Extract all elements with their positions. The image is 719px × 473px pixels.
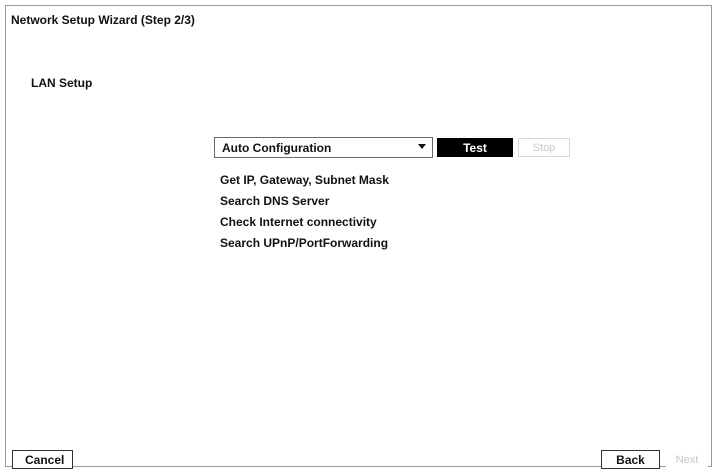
cancel-button[interactable]: Cancel <box>12 450 73 469</box>
configuration-dropdown[interactable]: Auto Configuration <box>214 137 433 158</box>
test-button[interactable]: Test <box>437 138 513 157</box>
window-title: Network Setup Wizard (Step 2/3) <box>11 13 195 27</box>
test-step-item: Search DNS Server <box>220 194 330 208</box>
test-step-item: Check Internet connectivity <box>220 215 377 229</box>
chevron-down-icon <box>418 144 426 149</box>
next-button[interactable]: Next <box>666 450 708 469</box>
section-title: LAN Setup <box>31 76 93 90</box>
stop-button[interactable]: Stop <box>518 138 570 157</box>
back-button[interactable]: Back <box>601 450 660 469</box>
test-steps-list: Get IP, Gateway, Subnet Mask Search DNS … <box>220 172 389 256</box>
test-step-item: Get IP, Gateway, Subnet Mask <box>220 173 389 187</box>
configuration-dropdown-value: Auto Configuration <box>222 140 332 155</box>
test-step-item: Search UPnP/PortForwarding <box>220 236 389 250</box>
